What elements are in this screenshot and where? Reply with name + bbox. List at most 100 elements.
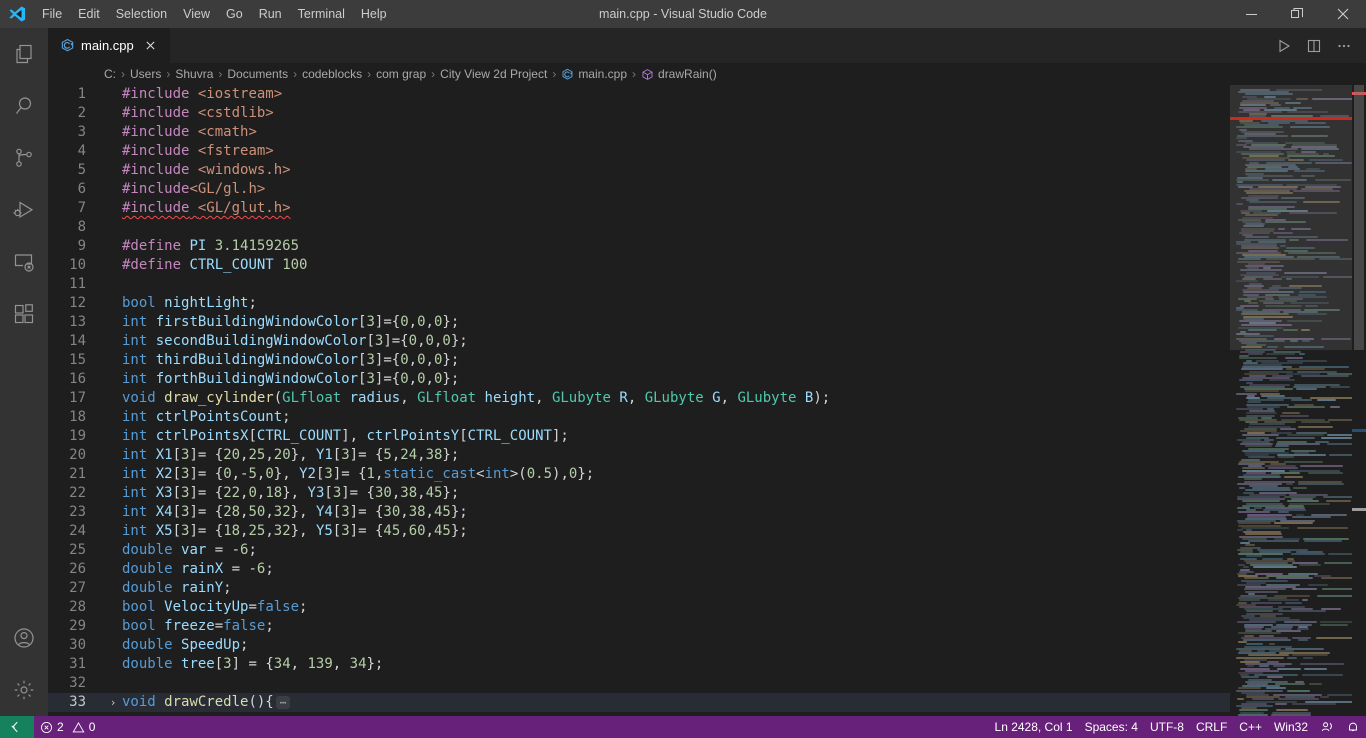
code-line[interactable]: 12 bool nightLight; (48, 294, 1230, 313)
editor-eol[interactable]: CRLF (1190, 716, 1233, 738)
editor-language[interactable]: C++ (1233, 716, 1268, 738)
breadcrumb-item[interactable]: Users (130, 67, 161, 81)
line-number: 18 (69, 409, 86, 425)
code-line[interactable]: 9 #define PI 3.14159265 (48, 237, 1230, 256)
menu-view[interactable]: View (175, 0, 218, 28)
notifications-button[interactable] (1340, 716, 1366, 738)
menu-go[interactable]: Go (218, 0, 251, 28)
editor-vertical-scrollbar[interactable] (1352, 85, 1366, 716)
code-line[interactable]: 3 #include <cmath> (48, 123, 1230, 142)
code-line[interactable]: 33 › void drawCredle(){⋯ (48, 693, 1230, 712)
code-line[interactable]: 8 (48, 218, 1230, 237)
code-line[interactable]: 18 int ctrlPointsCount; (48, 408, 1230, 427)
manage-settings-button[interactable] (0, 664, 48, 716)
code-line[interactable]: 25 double var = -6; (48, 541, 1230, 560)
editor-position[interactable]: Ln 2428, Col 1 (989, 716, 1079, 738)
code-line[interactable]: 11 (48, 275, 1230, 294)
split-editor-button[interactable] (1300, 32, 1328, 60)
code-line[interactable]: 20 int X1[3]= {20,25,20}, Y1[3]= {5,24,38… (48, 446, 1230, 465)
tab-close-icon[interactable] (142, 37, 160, 55)
minimap-line (1269, 379, 1295, 382)
code-editor[interactable]: 1 #include <iostream> 2 #include <cstdlib> 3… (48, 85, 1230, 716)
code-text: int X5[3]= {18,25,32}, Y5[3]= {45,60,45}… (122, 523, 468, 539)
minimap-line (1327, 443, 1352, 446)
minimap-line (1321, 577, 1352, 580)
run-code-button[interactable] (1270, 32, 1298, 60)
folded-region-indicator[interactable]: ⋯ (275, 696, 291, 709)
code-line[interactable]: 29 bool freeze=false; (48, 617, 1230, 636)
code-text: bool nightLight; (122, 295, 257, 311)
code-line[interactable]: 1 #include <iostream> (48, 85, 1230, 104)
minimap-line (1277, 667, 1301, 670)
sidebar-item-search[interactable] (0, 80, 48, 132)
restore-button[interactable] (1274, 0, 1320, 28)
code-line[interactable]: 22 int X3[3]= {22,0,18}, Y3[3]= {30,38,45… (48, 484, 1230, 503)
code-line[interactable]: 26 double rainX = -6; (48, 560, 1230, 579)
fold-chevron-icon[interactable]: › (106, 693, 120, 712)
code-line[interactable]: 28 bool VelocityUp=false; (48, 598, 1230, 617)
sidebar-item-extensions[interactable] (0, 288, 48, 340)
editor-encoding[interactable]: UTF-8 (1144, 716, 1190, 738)
tab-main-cpp[interactable]: main.cpp (48, 28, 171, 63)
line-number: 25 (69, 542, 86, 558)
overview-find-marker (1352, 508, 1366, 511)
close-button[interactable] (1320, 0, 1366, 28)
sidebar-item-remote-explorer[interactable] (0, 236, 48, 288)
breadcrumb-label: codeblocks (302, 67, 363, 81)
breadcrumb-item[interactable]: C: (104, 67, 116, 81)
code-line[interactable]: 17 void draw_cylinder(GLfloat radius, GLf… (48, 389, 1230, 408)
sidebar-item-run-and-debug[interactable] (0, 184, 48, 236)
breadcrumb-item[interactable]: City View 2d Project (440, 67, 547, 81)
menu-edit[interactable]: Edit (70, 0, 108, 28)
breadcrumb-item[interactable]: drawRain() (641, 67, 717, 81)
menu-terminal[interactable]: Terminal (290, 0, 353, 28)
code-line[interactable]: 30 double SpeedUp; (48, 636, 1230, 655)
code-line[interactable]: 5 #include <windows.h> (48, 161, 1230, 180)
breadcrumb-label: Users (130, 67, 162, 81)
code-line[interactable]: 2 #include <cstdlib> (48, 104, 1230, 123)
code-line[interactable]: 24 int X5[3]= {18,25,32}, Y5[3]= {45,60,4… (48, 522, 1230, 541)
code-line[interactable]: 23 int X4[3]= {28,50,32}, Y4[3]= {30,38,4… (48, 503, 1230, 522)
sidebar-item-explorer[interactable] (0, 28, 48, 80)
breadcrumb-item[interactable]: Documents (227, 67, 288, 81)
code-line[interactable]: 4 #include <fstream> (48, 142, 1230, 161)
code-line[interactable]: 14 int secondBuildingWindowColor[3]={0,0,… (48, 332, 1230, 351)
code-line[interactable]: 15 int thirdBuildingWindowColor[3]={0,0,0… (48, 351, 1230, 370)
code-line[interactable]: 6 #include<GL/gl.h> (48, 180, 1230, 199)
breadcrumb-item[interactable]: Shuvra (175, 67, 213, 81)
minimap-slider[interactable] (1230, 85, 1352, 350)
scrollbar-thumb[interactable] (1354, 85, 1364, 350)
breadcrumb-item[interactable]: com grap (376, 67, 426, 81)
code-line[interactable]: 13 int firstBuildingWindowColor[3]={0,0,0… (48, 313, 1230, 332)
menu-run[interactable]: Run (251, 0, 290, 28)
code-line[interactable]: 7 #include <GL/glut.h> (48, 199, 1230, 218)
feedback-button[interactable] (1314, 716, 1340, 738)
line-number: 9 (77, 238, 86, 254)
play-icon (1276, 38, 1292, 54)
code-line[interactable]: 10 #define CTRL_COUNT 100 (48, 256, 1230, 275)
workbench-body: main.cpp C: › Users › Shuvra › Documents… (0, 28, 1366, 716)
code-line[interactable]: 31 double tree[3] = {34, 139, 34}; (48, 655, 1230, 674)
code-line[interactable]: 16 int forthBuildingWindowColor[3]={0,0,0… (48, 370, 1230, 389)
breadcrumb-item[interactable]: main.cpp (561, 67, 627, 81)
code-text: int X3[3]= {22,0,18}, Y3[3]= {30,38,45}; (122, 485, 460, 501)
editor-platform[interactable]: Win32 (1268, 716, 1314, 738)
code-line[interactable]: 32 (48, 674, 1230, 693)
menu-file[interactable]: File (34, 0, 70, 28)
symbol-method-icon (641, 68, 654, 81)
code-line[interactable]: 27 double rainY; (48, 579, 1230, 598)
breadcrumb-item[interactable]: codeblocks (302, 67, 362, 81)
code-line[interactable]: 21 int X2[3]= {0,-5,0}, Y2[3]= {1,static_… (48, 465, 1230, 484)
menu-help[interactable]: Help (353, 0, 395, 28)
line-number: 33 (69, 694, 86, 710)
more-actions-button[interactable] (1330, 32, 1358, 60)
minimize-button[interactable] (1228, 0, 1274, 28)
sidebar-item-source-control[interactable] (0, 132, 48, 184)
problems-button[interactable]: 2 0 (34, 716, 101, 738)
menu-selection[interactable]: Selection (108, 0, 175, 28)
code-line[interactable]: 19 int ctrlPointsX[CTRL_COUNT], ctrlPoint… (48, 427, 1230, 446)
remote-host-button[interactable] (0, 716, 34, 738)
accounts-button[interactable] (0, 612, 48, 664)
editor-indentation[interactable]: Spaces: 4 (1079, 716, 1144, 738)
minimap[interactable] (1230, 85, 1352, 716)
